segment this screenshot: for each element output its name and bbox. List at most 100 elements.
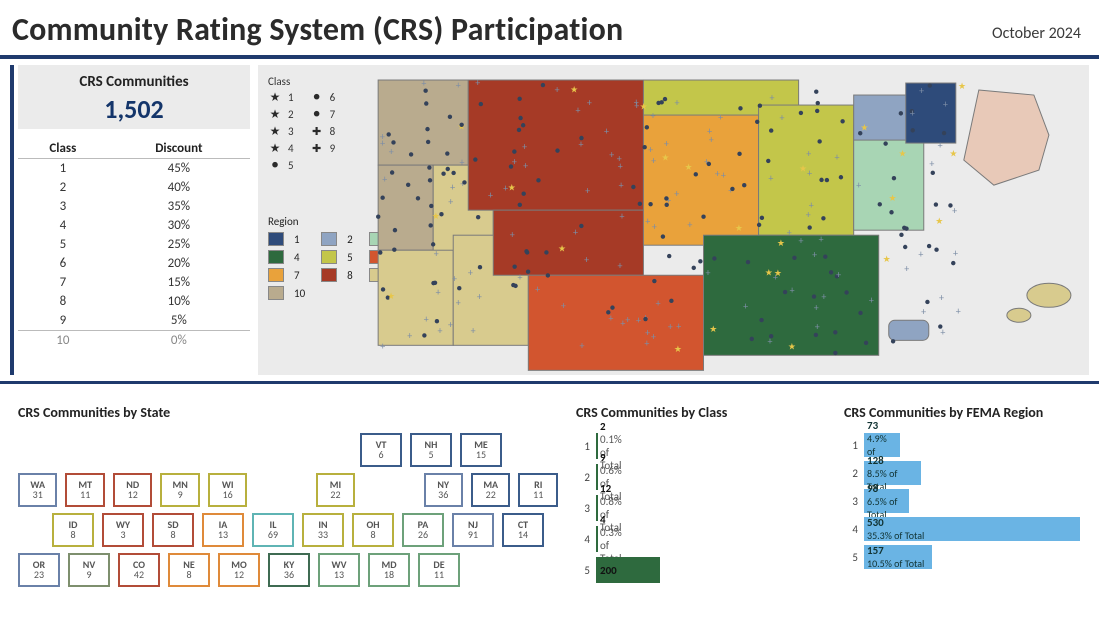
region-bar[interactable]: 157 10.5% of Total bbox=[864, 545, 932, 569]
state-count: 11 bbox=[434, 570, 444, 581]
state-tile-mi[interactable]: MI22 bbox=[316, 473, 355, 507]
state-tile-oh[interactable]: OH8 bbox=[352, 513, 394, 547]
state-tile-sd[interactable]: SD8 bbox=[152, 513, 194, 547]
svg-text:+: + bbox=[510, 228, 515, 241]
class-value: 9 bbox=[600, 451, 606, 464]
svg-text:+: + bbox=[806, 208, 811, 221]
state-tile-ct[interactable]: CT14 bbox=[502, 513, 544, 547]
state-tile-wv[interactable]: WV13 bbox=[318, 553, 360, 587]
svg-text:★: ★ bbox=[958, 81, 966, 92]
state-count: 15 bbox=[476, 450, 486, 461]
svg-text:+: + bbox=[518, 270, 523, 283]
state-tile-il[interactable]: IL69 bbox=[252, 513, 294, 547]
cell-discount: 10% bbox=[108, 292, 250, 311]
region-bar[interactable]: 98 6.5% of Total bbox=[864, 489, 909, 513]
state-tile-pa[interactable]: PA26 bbox=[402, 513, 444, 547]
svg-text:+: + bbox=[651, 109, 656, 122]
state-tile-nh[interactable]: NH5 bbox=[410, 433, 452, 467]
class-bar[interactable]: 200 bbox=[596, 557, 660, 583]
svg-text:+: + bbox=[625, 313, 630, 326]
svg-text:+: + bbox=[939, 291, 944, 304]
class-value: 200 bbox=[600, 564, 660, 577]
svg-text:+: + bbox=[604, 125, 609, 138]
state-tile-nd[interactable]: ND12 bbox=[113, 473, 152, 507]
state-count: 12 bbox=[128, 490, 138, 501]
region-pct: 10.5% of Total bbox=[867, 557, 929, 570]
cell-class: 7 bbox=[18, 273, 108, 292]
state-tile-wi[interactable]: WI16 bbox=[208, 473, 247, 507]
svg-text:+: + bbox=[921, 305, 926, 318]
svg-text:+: + bbox=[814, 301, 819, 314]
section-by-region: CRS Communities by FEMA Region 1 73 4.9%… bbox=[844, 404, 1081, 588]
svg-text:+: + bbox=[651, 154, 656, 167]
cell-class: 3 bbox=[18, 197, 108, 216]
svg-text:★: ★ bbox=[570, 84, 578, 95]
svg-text:+: + bbox=[799, 234, 804, 247]
svg-text:+: + bbox=[834, 150, 839, 163]
state-tile-mo[interactable]: MO12 bbox=[218, 553, 260, 587]
state-count: 13 bbox=[218, 530, 228, 541]
state-tile-nv[interactable]: NV9 bbox=[68, 553, 110, 587]
svg-text:★: ★ bbox=[508, 182, 516, 193]
svg-text:★: ★ bbox=[661, 153, 669, 164]
svg-text:★: ★ bbox=[387, 291, 395, 302]
state-tile-id[interactable]: ID8 bbox=[52, 513, 94, 547]
svg-text:+: + bbox=[938, 139, 943, 152]
state-tile-mt[interactable]: MT11 bbox=[65, 473, 104, 507]
svg-text:+: + bbox=[790, 284, 795, 297]
state-tile-vt[interactable]: VT6 bbox=[360, 433, 402, 467]
svg-text:+: + bbox=[477, 290, 482, 303]
state-tile-or[interactable]: OR23 bbox=[18, 553, 60, 587]
usa-map: ++++++★+++++++++++★+★+★++++++++++★★++★+★… bbox=[258, 65, 1089, 375]
svg-text:+: + bbox=[434, 247, 439, 260]
region-number: 3 bbox=[844, 495, 858, 508]
state-count: 12 bbox=[234, 570, 244, 581]
state-tile-wy[interactable]: WY3 bbox=[102, 513, 144, 547]
svg-text:★: ★ bbox=[709, 324, 717, 335]
state-tile-me[interactable]: ME15 bbox=[460, 433, 502, 467]
svg-text:+: + bbox=[687, 218, 692, 231]
state-tile-ne[interactable]: NE8 bbox=[168, 553, 210, 587]
svg-text:+: + bbox=[619, 179, 624, 192]
state-tile-in[interactable]: IN33 bbox=[302, 513, 344, 547]
state-count: 33 bbox=[318, 530, 328, 541]
state-tile-wa[interactable]: WA31 bbox=[18, 473, 57, 507]
state-tile-ma[interactable]: MA22 bbox=[471, 473, 510, 507]
state-count: 11 bbox=[80, 490, 90, 501]
state-tile-ia[interactable]: IA13 bbox=[202, 513, 244, 547]
svg-text:+: + bbox=[608, 311, 613, 324]
state-tile-md[interactable]: MD18 bbox=[368, 553, 410, 587]
svg-text:+: + bbox=[773, 270, 778, 283]
state-count: 13 bbox=[334, 570, 344, 581]
svg-text:★: ★ bbox=[640, 101, 648, 112]
region-bar[interactable]: 530 35.3% of Total bbox=[864, 517, 1080, 541]
col-discount: Discount bbox=[108, 139, 250, 159]
region-value: 128 bbox=[867, 454, 918, 467]
svg-text:+: + bbox=[718, 111, 723, 124]
state-tile-mn[interactable]: MN9 bbox=[160, 473, 199, 507]
svg-text:+: + bbox=[929, 157, 934, 170]
state-tile-ky[interactable]: KY36 bbox=[268, 553, 310, 587]
svg-text:+: + bbox=[651, 330, 656, 343]
state-tile-co[interactable]: CO42 bbox=[118, 553, 160, 587]
state-tile-de[interactable]: DE11 bbox=[418, 553, 460, 587]
svg-text:+: + bbox=[721, 168, 726, 181]
svg-text:★: ★ bbox=[799, 164, 807, 175]
svg-text:+: + bbox=[609, 148, 614, 161]
svg-text:+: + bbox=[656, 297, 661, 310]
state-tile-ri[interactable]: RI11 bbox=[518, 473, 557, 507]
state-count: 36 bbox=[284, 570, 294, 581]
class-bar[interactable]: 4 0.3% of Total bbox=[596, 526, 605, 552]
state-tile-ny[interactable]: NY36 bbox=[424, 473, 463, 507]
cell-discount: 25% bbox=[108, 235, 250, 254]
state-tile-nj[interactable]: NJ91 bbox=[452, 513, 494, 547]
svg-text:+: + bbox=[943, 97, 948, 110]
svg-text:+: + bbox=[705, 266, 710, 279]
svg-text:+: + bbox=[475, 76, 480, 89]
svg-text:+: + bbox=[468, 266, 473, 279]
state-count: 16 bbox=[223, 490, 233, 501]
svg-text:+: + bbox=[918, 247, 923, 260]
svg-text:+: + bbox=[618, 159, 623, 172]
svg-text:+: + bbox=[652, 220, 657, 233]
state-count: 8 bbox=[186, 570, 191, 581]
